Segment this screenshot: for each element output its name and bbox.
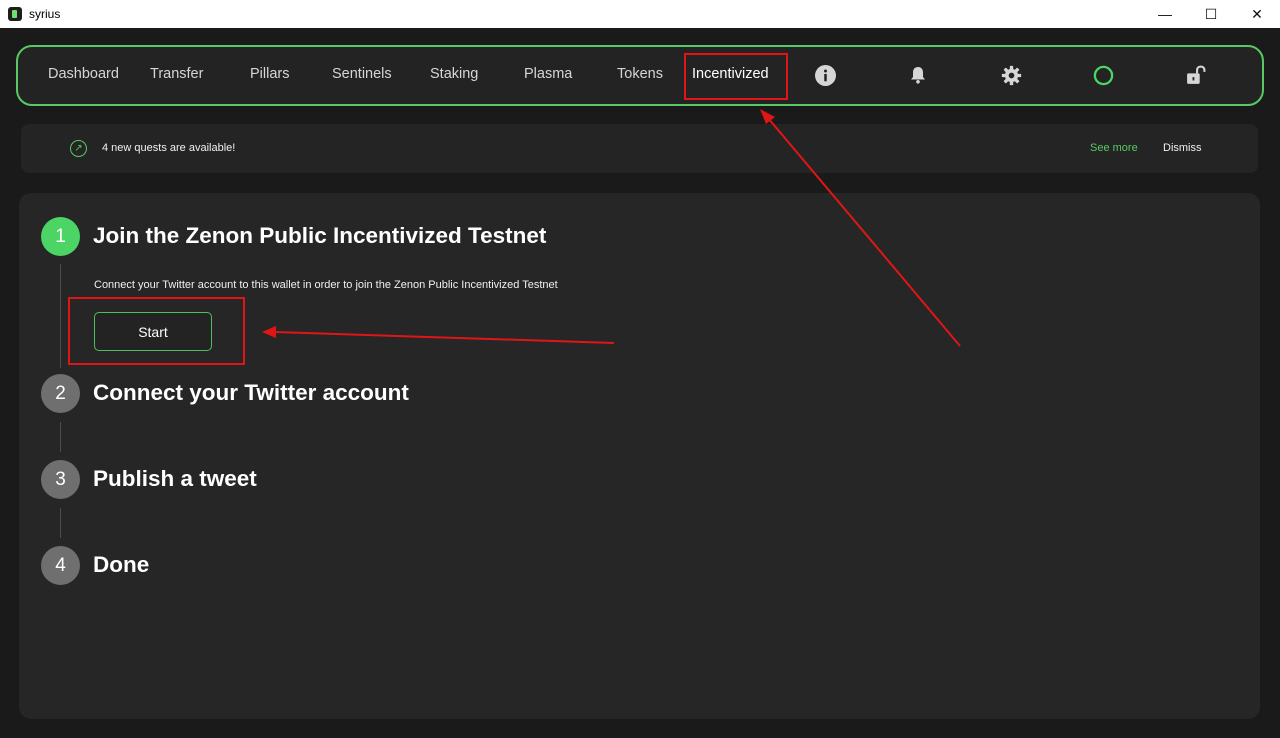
window-titlebar: syrius — ☐ ✕ <box>0 0 1280 28</box>
incentivized-highlight-box <box>684 53 788 100</box>
app-logo-icon <box>8 7 22 21</box>
arrow-up-right-icon: ↗ <box>70 140 87 157</box>
window-title: syrius <box>29 7 61 21</box>
main-navbar: Dashboard Transfer Pillars Sentinels Sta… <box>16 45 1264 106</box>
step-connector <box>60 264 61 368</box>
tab-transfer[interactable]: Transfer <box>150 66 203 82</box>
step-2-indicator: 2 <box>41 374 80 413</box>
dismiss-button[interactable]: Dismiss <box>1163 142 1202 154</box>
status-circle-icon[interactable] <box>1092 64 1114 86</box>
window-controls: — ☐ ✕ <box>1142 0 1280 28</box>
step-1-title: Join the Zenon Public Incentivized Testn… <box>93 223 547 248</box>
step-connector <box>60 422 61 452</box>
step-2-title: Connect your Twitter account <box>93 380 409 405</box>
start-highlight-box <box>68 297 245 365</box>
bell-icon[interactable] <box>907 64 929 86</box>
notification-text: 4 new quests are available! <box>102 142 236 154</box>
step-1-indicator: 1 <box>41 217 80 256</box>
info-icon[interactable] <box>814 64 836 86</box>
tab-staking[interactable]: Staking <box>430 66 478 82</box>
step-4-title: Done <box>93 552 150 577</box>
step-1-description: Connect your Twitter account to this wal… <box>94 279 558 291</box>
tab-plasma[interactable]: Plasma <box>524 66 572 82</box>
tab-pillars[interactable]: Pillars <box>250 66 289 82</box>
unlock-icon[interactable] <box>1184 64 1206 86</box>
minimize-button[interactable]: — <box>1142 0 1188 28</box>
step-3-indicator: 3 <box>41 460 80 499</box>
incentivized-stepper-card: 1 Join the Zenon Public Incentivized Tes… <box>19 193 1260 719</box>
see-more-link[interactable]: See more <box>1090 142 1138 154</box>
tab-sentinels[interactable]: Sentinels <box>332 66 392 82</box>
gear-icon[interactable] <box>1000 64 1022 86</box>
step-4-indicator: 4 <box>41 546 80 585</box>
step-connector <box>60 508 61 538</box>
close-button[interactable]: ✕ <box>1234 0 1280 28</box>
step-3-title: Publish a tweet <box>93 466 257 491</box>
arrowhead-incentivized <box>760 109 775 124</box>
quests-notification: ↗ 4 new quests are available! See more D… <box>21 124 1258 173</box>
tab-dashboard[interactable]: Dashboard <box>48 66 119 82</box>
tab-tokens[interactable]: Tokens <box>617 66 663 82</box>
maximize-button[interactable]: ☐ <box>1188 0 1234 28</box>
